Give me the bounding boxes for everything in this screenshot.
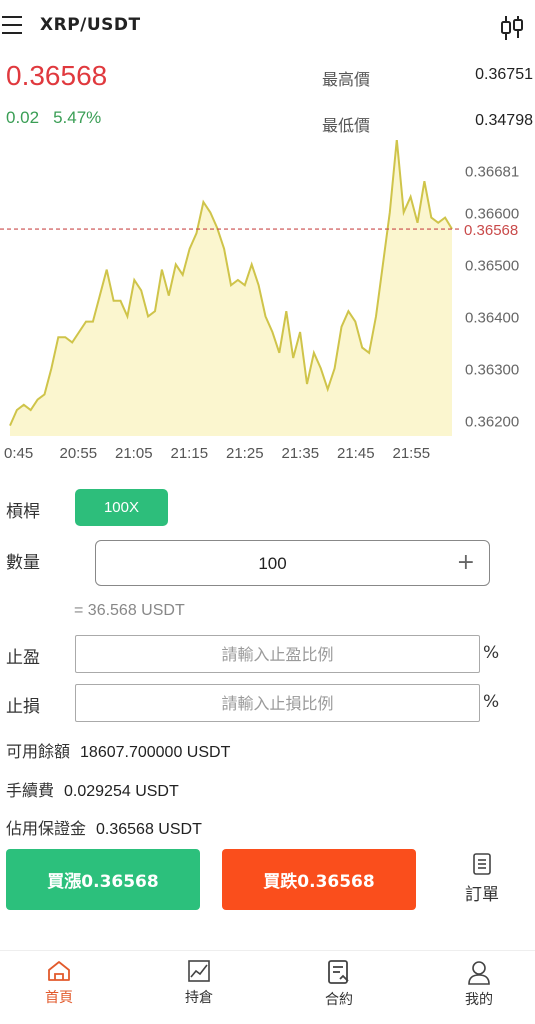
nav-label-home: 首頁	[45, 990, 73, 1006]
plus-icon[interactable]: +	[457, 550, 475, 575]
leverage-button[interactable]: 100X	[75, 489, 168, 526]
nav-item-profile[interactable]: 我的	[439, 959, 519, 1009]
current-price: 0.36568	[6, 60, 108, 91]
y-tick-label: 0.36200	[465, 413, 519, 430]
y-tick-label: 0.36600	[465, 205, 519, 222]
y-tick-label: 0.36681	[465, 163, 519, 180]
nav-label-profile: 我的	[465, 992, 493, 1008]
contract-icon	[328, 960, 349, 984]
nav-item-positions[interactable]: 持倉	[159, 959, 239, 1007]
take-profit-percent: %	[483, 643, 500, 663]
orders-button[interactable]: 訂單	[458, 852, 506, 912]
change-value: 0.02	[6, 108, 40, 127]
x-tick-label: 21:15	[171, 445, 209, 462]
home-icon	[48, 961, 70, 981]
y-tick-label: 0.36500	[465, 257, 519, 274]
balance-label: 可用餘額	[6, 742, 71, 761]
x-tick-label: 21:05	[115, 445, 153, 462]
available-balance-row: 可用餘額 18607.700000 USDT	[6, 738, 230, 762]
stop-loss-label: 止損	[6, 697, 40, 717]
nav-item-home[interactable]: 首頁	[19, 959, 99, 1007]
take-profit-label: 止盈	[6, 648, 40, 668]
quantity-stepper[interactable]: 100 +	[95, 540, 490, 586]
current-price-tag: 0.36568	[464, 222, 518, 239]
margin-row: 佔用保證金 0.36568 USDT	[6, 815, 202, 839]
top-bar: XRP/USDT	[0, 0, 535, 52]
low-value: 0.34798	[475, 112, 533, 129]
user-icon	[468, 961, 490, 985]
leverage-label: 槓桿	[6, 502, 40, 522]
nav-item-contract[interactable]: 合約	[299, 959, 379, 1009]
trend-chart-icon	[188, 960, 210, 982]
nav-label-contract: 合約	[325, 992, 353, 1008]
buy-short-button[interactable]: 買跌0.36568	[222, 849, 416, 910]
y-tick-label: 0.36300	[465, 361, 519, 378]
balance-value: 18607.700000 USDT	[80, 744, 231, 761]
candlestick-icon[interactable]	[497, 13, 527, 43]
change-percent: 5.47%	[53, 108, 102, 127]
fee-label: 手續費	[6, 781, 55, 800]
quantity-label: 數量	[6, 553, 40, 573]
hamburger-menu-icon[interactable]	[2, 16, 22, 34]
take-profit-input[interactable]	[75, 635, 480, 673]
margin-label: 佔用保證金	[6, 819, 87, 838]
low-label: 最低價	[322, 116, 371, 135]
high-value: 0.36751	[475, 66, 533, 83]
x-tick-label: 21:35	[282, 445, 320, 462]
order-list-icon	[473, 853, 491, 875]
y-tick-label: 0.36400	[465, 309, 519, 326]
quantity-value[interactable]: 100	[96, 554, 449, 574]
x-tick-label: 21:45	[337, 445, 375, 462]
price-change: 0.02 5.47%	[6, 108, 115, 128]
buy-long-button[interactable]: 買漲0.36568	[6, 849, 200, 910]
margin-value: 0.36568 USDT	[96, 821, 202, 838]
price-chart[interactable]: 0.36568 0.36681 0.36600 0.36500 0.36400 0.363…	[0, 140, 535, 470]
fee-value: 0.029254 USDT	[64, 783, 179, 800]
x-tick-label: 0:45	[4, 445, 33, 462]
nav-label-positions: 持倉	[185, 990, 213, 1006]
bottom-nav: 首頁 持倉 合約 我的	[0, 950, 535, 1024]
x-tick-label: 21:55	[393, 445, 431, 462]
quantity-usdt-equivalent: = 36.568 USDT	[74, 602, 185, 619]
price-area-fill	[10, 140, 452, 436]
fee-row: 手續費 0.029254 USDT	[6, 777, 179, 801]
x-tick-label: 20:55	[60, 445, 98, 462]
x-tick-label: 21:25	[226, 445, 264, 462]
pair-title[interactable]: XRP/USDT	[40, 15, 141, 35]
orders-label: 訂單	[465, 885, 499, 905]
stop-loss-input[interactable]	[75, 684, 480, 722]
high-label: 最高價	[322, 70, 371, 89]
stop-loss-percent: %	[483, 692, 500, 712]
